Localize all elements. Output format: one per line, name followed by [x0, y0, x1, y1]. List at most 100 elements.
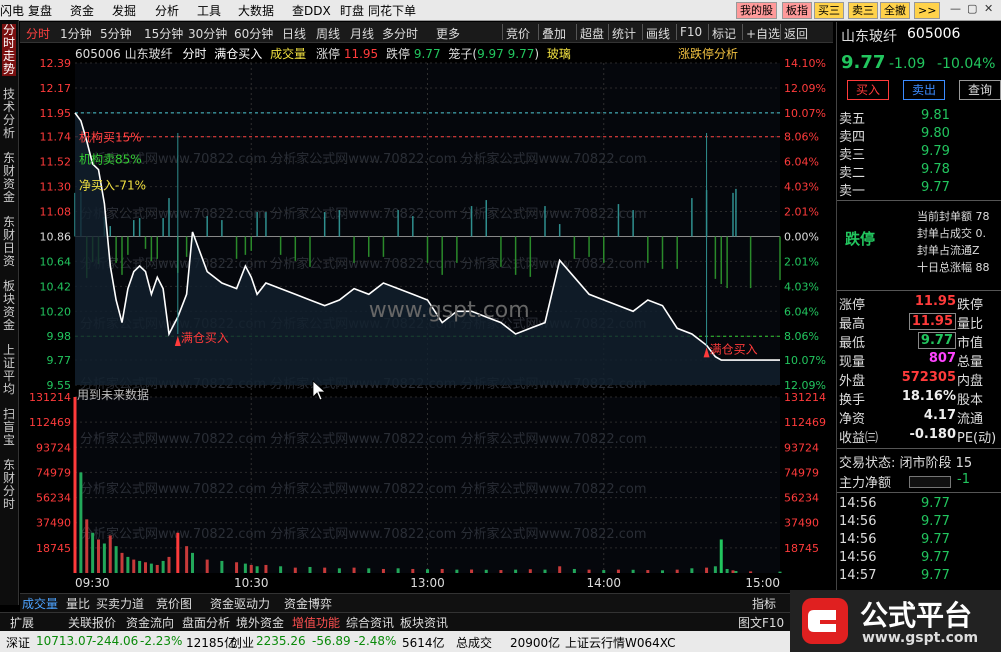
- toolbar-item[interactable]: 标记: [712, 25, 736, 42]
- info-tab[interactable]: 扩展: [10, 614, 34, 631]
- indicator-tab[interactable]: 量比: [66, 595, 90, 612]
- volume-bar: [85, 519, 89, 573]
- menu-quick-button[interactable]: 我的股: [736, 2, 777, 19]
- intraday-chart[interactable]: 分析家公式网www.70822.com 分析家公式网www.70822.com …: [20, 43, 835, 613]
- toolbar-item[interactable]: 日线: [282, 25, 306, 42]
- menu-item[interactable]: 闪电: [0, 2, 24, 19]
- query-button[interactable]: 查询: [959, 80, 1001, 100]
- volume-bar: [126, 556, 130, 573]
- chart-svg[interactable]: 分析家公式网www.70822.com 分析家公式网www.70822.com …: [20, 43, 835, 593]
- left-tab[interactable]: 东财资金: [2, 152, 16, 204]
- info-tab[interactable]: 增值功能: [292, 614, 340, 631]
- buy-marker-label: 满仓买入: [710, 342, 758, 356]
- toolbar-item[interactable]: 15分钟: [144, 25, 183, 42]
- indicator-tab[interactable]: 竞价图: [156, 595, 192, 612]
- info-tab[interactable]: 资金流向: [126, 614, 174, 631]
- left-tab[interactable]: 东财分时: [2, 459, 16, 511]
- toolbar-item[interactable]: 5分钟: [100, 25, 132, 42]
- quote-label-2: 流通: [957, 412, 984, 427]
- toolbar-item[interactable]: 画线: [646, 25, 670, 42]
- f10-tab[interactable]: 图文F10: [738, 614, 784, 631]
- volume-bar: [323, 567, 327, 573]
- menu-item[interactable]: 复盘: [28, 2, 52, 19]
- volume-bar: [279, 566, 283, 573]
- toolbar-item[interactable]: 分时: [26, 25, 50, 42]
- menu-quick-button[interactable]: 卖三: [848, 2, 878, 19]
- info-tab[interactable]: 综合资讯: [346, 614, 394, 631]
- menu-item[interactable]: 发掘: [112, 2, 136, 19]
- buy-button[interactable]: 买入: [847, 80, 889, 100]
- menu-item[interactable]: 盯盘: [340, 2, 364, 19]
- left-tab[interactable]: 板块资金: [2, 280, 16, 332]
- annotation-future-data: 用到未来数据: [77, 387, 149, 402]
- left-tab[interactable]: 东财日资: [2, 216, 16, 268]
- menu-item[interactable]: 同花下单: [368, 2, 416, 19]
- volume-tick-label-right: 56234: [784, 492, 819, 505]
- limit-analysis-link[interactable]: 涨跌停分析: [678, 45, 738, 62]
- toolbar-item[interactable]: 超盘: [580, 25, 604, 42]
- watermark-text: 分析家公式网www.70822.com 分析家公式网www.70822.com …: [80, 206, 647, 222]
- indicator-menu[interactable]: 指标: [752, 595, 776, 612]
- volume-bar: [470, 569, 474, 573]
- toolbar-item[interactable]: 竞价: [506, 25, 530, 42]
- volume-bar: [778, 571, 782, 573]
- info-tab[interactable]: 板块资讯: [400, 614, 448, 631]
- menu-item[interactable]: 查DDX: [292, 2, 331, 19]
- volume-bar: [132, 559, 136, 573]
- left-tab[interactable]: 技术分析: [2, 88, 16, 140]
- sell-button[interactable]: 卖出: [903, 80, 945, 100]
- menu-item[interactable]: 大数据: [238, 2, 274, 19]
- left-tab[interactable]: 上证平均: [2, 344, 16, 396]
- toolbar-item[interactable]: 多分时: [382, 25, 418, 42]
- close-icon[interactable]: ✕: [984, 2, 993, 15]
- toolbar-item[interactable]: 月线: [350, 25, 374, 42]
- sz-change: -244.06: [92, 634, 139, 648]
- menu-item[interactable]: 资金: [70, 2, 94, 19]
- toolbar-item[interactable]: 叠加: [542, 25, 566, 42]
- brand-logo: 公式平台 www.gspt.com: [790, 590, 1001, 652]
- quote-label: 收益㈢: [839, 431, 879, 446]
- toolbar-item[interactable]: F10: [680, 25, 702, 39]
- sz-amount: 12185亿: [186, 636, 237, 650]
- toolbar-item[interactable]: 更多: [436, 25, 460, 42]
- info-tab[interactable]: 关联报价: [68, 614, 116, 631]
- quote-label-2: 总量: [957, 355, 984, 370]
- menu-bar: 闪电 复盘 资金 发掘 分析 工具 大数据 查DDX 盯盘 同花下单 我的股 板指 买三 卖三 全撤 >> — ▢…: [0, 0, 1001, 21]
- quote-value: 11.95: [908, 313, 956, 330]
- indicator-tab[interactable]: 买卖力道: [96, 595, 144, 612]
- indicator-tab[interactable]: 资金驱动力: [210, 595, 270, 612]
- percent-tick-label: 8.06%: [784, 330, 819, 343]
- main-net-value: -1: [957, 472, 970, 487]
- menu-quick-button[interactable]: 买三: [814, 2, 844, 19]
- minimize-icon[interactable]: —: [950, 2, 961, 15]
- toolbar-item[interactable]: 1分钟: [60, 25, 92, 42]
- quote-value: 807: [928, 351, 956, 366]
- left-tab[interactable]: 扫盲宝: [2, 408, 16, 447]
- toolbar-item[interactable]: 30分钟: [188, 25, 227, 42]
- menu-quick-button[interactable]: 板指: [782, 2, 812, 19]
- toolbar-item[interactable]: 60分钟: [234, 25, 273, 42]
- panel-divider: [837, 290, 1001, 291]
- maximize-icon[interactable]: ▢: [967, 2, 977, 15]
- ask-price: 9.79: [921, 144, 950, 159]
- info-tab[interactable]: 境外资金: [236, 614, 284, 631]
- toolbar-separator: [576, 24, 577, 40]
- toolbar-item[interactable]: 返回: [784, 25, 808, 42]
- left-tab[interactable]: 分时走势: [2, 24, 16, 76]
- menu-quick-button[interactable]: >>: [914, 2, 941, 19]
- menu-item[interactable]: 分析: [155, 2, 179, 19]
- toolbar-item[interactable]: 周线: [316, 25, 340, 42]
- indicator-tab[interactable]: 资金博弈: [284, 595, 332, 612]
- info-tab[interactable]: 盘面分析: [182, 614, 230, 631]
- toolbar-item[interactable]: +自选: [746, 25, 780, 42]
- menu-item[interactable]: 工具: [197, 2, 221, 19]
- toolbar-item[interactable]: 统计: [612, 25, 636, 42]
- menu-quick-button[interactable]: 全撤: [880, 2, 910, 19]
- percent-tick-label: 2.01%: [784, 255, 819, 268]
- volume-bar: [734, 570, 738, 573]
- price-percent: -10.04%: [937, 56, 996, 72]
- indicator-tab[interactable]: 成交量: [22, 595, 58, 612]
- volume-tick-label-right: 93724: [784, 441, 819, 454]
- volume-bar: [646, 570, 650, 573]
- quote-label: 换手: [839, 393, 866, 408]
